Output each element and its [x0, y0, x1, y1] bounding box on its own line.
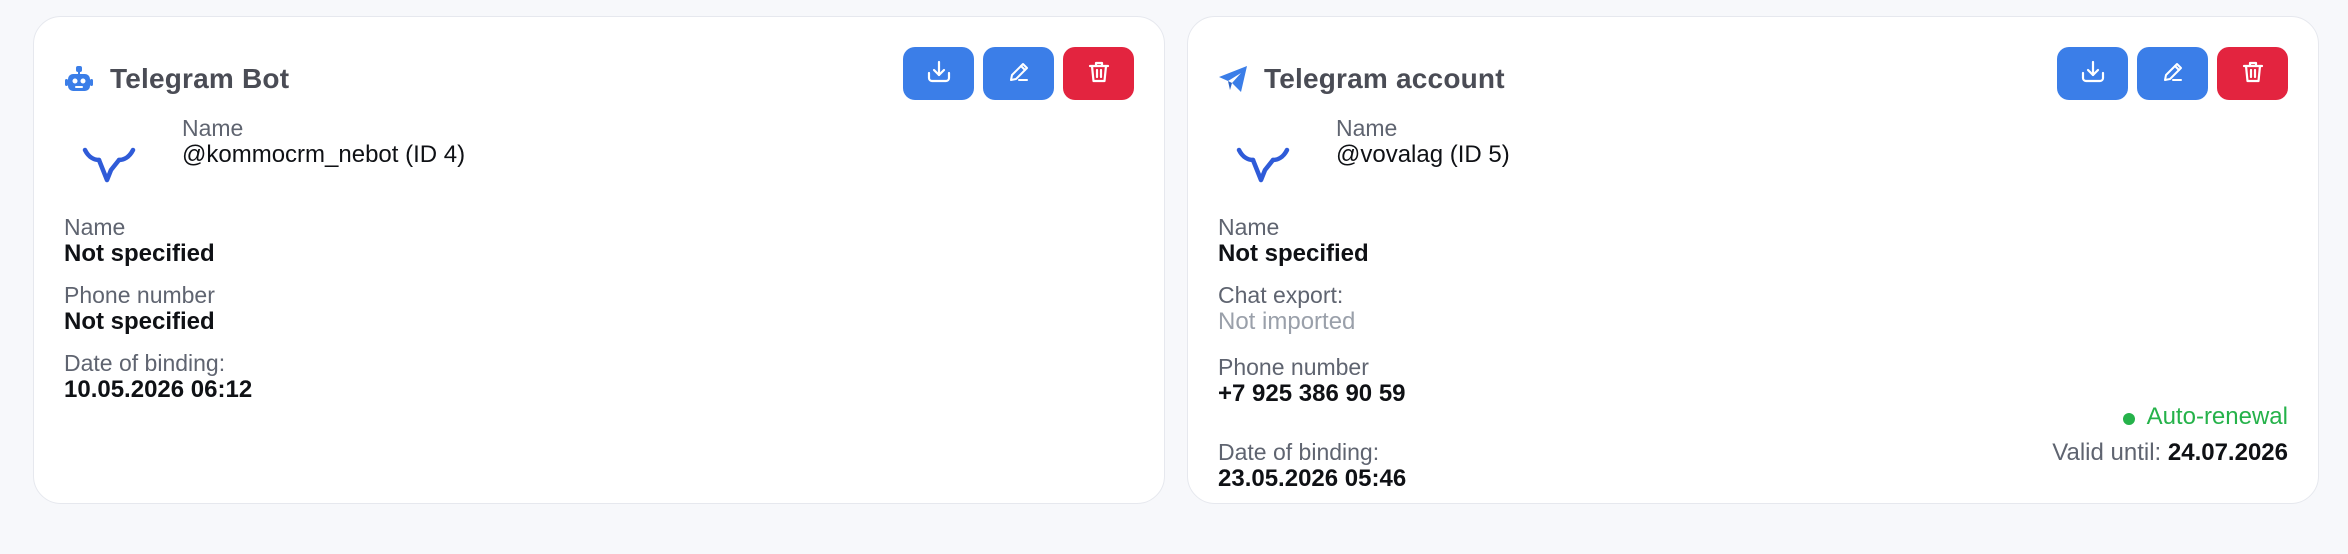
profile-name-label: Name — [182, 115, 244, 141]
subscription-status: Auto-renewal Valid until: 24.07.2026 — [2052, 403, 2288, 467]
bull-logo — [74, 129, 144, 199]
delete-button[interactable] — [2217, 47, 2288, 100]
card-title-text: Telegram Bot — [110, 63, 290, 94]
pencil-icon — [2159, 58, 2187, 89]
profile-info: Name @vovalag (ID 5) — [1336, 115, 1510, 168]
valid-until-label: Valid until: — [2052, 439, 2162, 466]
download-icon — [924, 57, 954, 90]
pencil-icon — [1005, 58, 1033, 89]
card-title: Telegram Bot — [62, 57, 289, 101]
name-value: Not specified — [1218, 240, 1369, 267]
phone-label: Phone number — [1218, 354, 1369, 380]
card-title-text: Telegram account — [1264, 63, 1505, 94]
name-field: Name Not specified — [64, 214, 215, 267]
status-dot-icon — [2122, 413, 2135, 425]
phone-value: Not specified — [64, 308, 215, 335]
download-icon — [2078, 57, 2108, 90]
valid-until-date: 24.07.2026 — [2167, 439, 2288, 466]
card-actions — [2057, 47, 2288, 100]
profile-name-value: @vovalag (ID 5) — [1336, 141, 1510, 168]
binding-date-label: Date of binding: — [1218, 439, 1380, 465]
page: Telegram Bot Name @kommocrm_nebot (ID 4)… — [0, 0, 2348, 554]
telegram-bot-card: Telegram Bot Name @kommocrm_nebot (ID 4)… — [33, 16, 1165, 504]
binding-date-field: Date of binding: 23.05.2026 05:46 — [1218, 439, 1406, 492]
name-field: Name Not specified — [1218, 214, 1369, 267]
paper-plane-icon — [1216, 62, 1250, 96]
delete-button[interactable] — [1063, 47, 1134, 100]
binding-date-label: Date of binding: — [64, 350, 226, 376]
account-profile: Name @vovalag (ID 5) — [1228, 115, 1510, 199]
phone-label: Phone number — [64, 282, 215, 308]
phone-value: +7 925 386 90 59 — [1218, 380, 1406, 407]
name-value: Not specified — [64, 240, 215, 267]
auto-renewal-status: Auto-renewal — [2052, 403, 2288, 431]
phone-field: Phone number Not specified — [64, 282, 215, 335]
auto-renewal-label: Auto-renewal — [2146, 403, 2288, 430]
profile-info: Name @kommocrm_nebot (ID 4) — [182, 115, 465, 168]
trash-icon — [1085, 58, 1113, 89]
phone-field: Phone number +7 925 386 90 59 — [1218, 354, 1406, 407]
card-title: Telegram account — [1216, 57, 1505, 101]
valid-until: Valid until: 24.07.2026 — [2052, 439, 2288, 467]
chat-export-field: Chat export: Not imported — [1218, 282, 1355, 335]
card-actions — [903, 47, 1134, 100]
profile-name-label: Name — [1336, 115, 1398, 141]
trash-icon — [2239, 58, 2267, 89]
bull-logo — [1228, 129, 1298, 199]
bot-profile: Name @kommocrm_nebot (ID 4) — [74, 115, 465, 199]
telegram-account-card: Telegram account Name @vovalag (ID 5) Na… — [1187, 16, 2319, 504]
chat-export-value: Not imported — [1218, 308, 1356, 335]
edit-button[interactable] — [2137, 47, 2208, 100]
robot-icon — [62, 62, 96, 96]
binding-date-field: Date of binding: 10.05.2026 06:12 — [64, 350, 252, 403]
edit-button[interactable] — [983, 47, 1054, 100]
download-button[interactable] — [2057, 47, 2128, 100]
binding-date-value: 23.05.2026 05:46 — [1218, 465, 1407, 492]
chat-export-label: Chat export: — [1218, 282, 1344, 308]
download-button[interactable] — [903, 47, 974, 100]
profile-name-value: @kommocrm_nebot (ID 4) — [182, 141, 466, 168]
name-label: Name — [64, 214, 126, 240]
binding-date-value: 10.05.2026 06:12 — [64, 376, 253, 403]
name-label: Name — [1218, 214, 1280, 240]
